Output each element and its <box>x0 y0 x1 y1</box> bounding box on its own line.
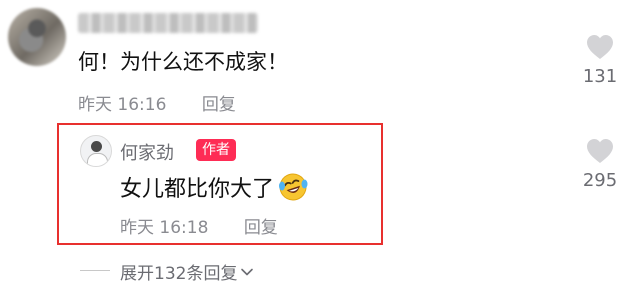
author-avatar[interactable] <box>80 135 112 167</box>
author-badge: 作者 <box>196 139 236 161</box>
author-name[interactable]: 何家劲 <box>120 139 174 165</box>
expand-replies-button[interactable]: 展开132条回复 <box>120 259 254 284</box>
comment-like-count: 131 <box>582 66 618 87</box>
laughing-tears-emoji-icon <box>278 172 308 202</box>
author-reply-time: 昨天 16:18 <box>120 218 209 238</box>
comment-meta: 昨天 16:16 回复 <box>78 90 236 115</box>
commenter-avatar[interactable] <box>8 8 66 66</box>
like-heart-icon[interactable] <box>586 34 614 60</box>
expand-replies-label: 展开132条回复 <box>120 264 238 284</box>
like-heart-icon[interactable] <box>586 138 614 164</box>
comment-text: 何！为什么还不成家！ <box>78 50 288 74</box>
author-reply-text: 女儿都比你大了 <box>120 177 275 202</box>
chevron-down-icon <box>241 268 254 275</box>
expand-divider <box>80 270 110 271</box>
commenter-name-blurred <box>78 13 258 33</box>
author-reply-button[interactable]: 回复 <box>244 218 278 238</box>
author-reply-like-count: 295 <box>582 170 618 191</box>
comment-reply-button[interactable]: 回复 <box>202 95 236 115</box>
author-reply-meta: 昨天 16:18 回复 <box>120 213 278 238</box>
author-reply-text-row: 女儿都比你大了 <box>120 171 308 203</box>
comment-time: 昨天 16:16 <box>78 95 167 115</box>
